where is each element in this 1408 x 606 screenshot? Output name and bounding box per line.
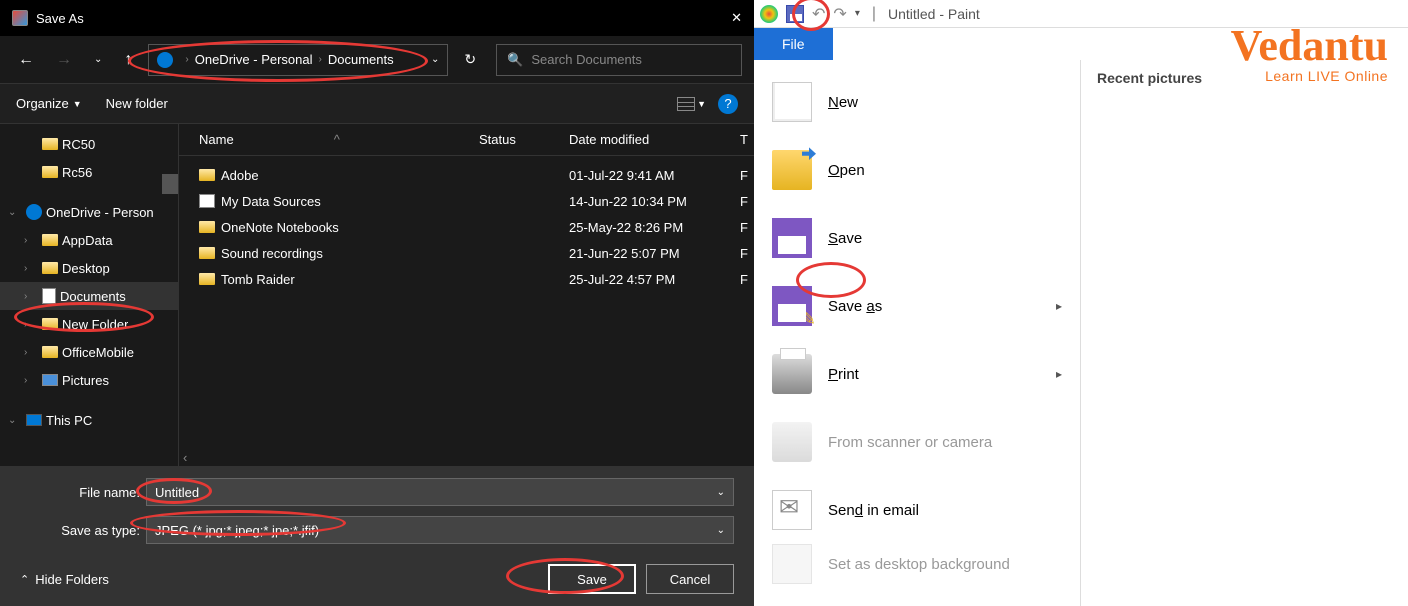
tree-item-rc50[interactable]: RC50	[0, 130, 178, 158]
file-tab[interactable]: File	[754, 28, 833, 60]
filename-label: File name:	[20, 485, 140, 500]
title-sep: |	[872, 5, 876, 23]
organize-button[interactable]: Organize ▼	[16, 96, 82, 111]
vedantu-logo: Vedantu Learn LIVE Online	[1231, 24, 1388, 84]
menu-save[interactable]: Save	[754, 204, 1080, 272]
nav-row: ← → ⌄ ↑ › OneDrive - Personal › Document…	[0, 36, 754, 84]
tree-item-pictures[interactable]: ›Pictures	[0, 366, 178, 394]
tree-scrollbar[interactable]	[162, 174, 178, 194]
filename-input[interactable]: Untitled⌄	[146, 478, 734, 506]
paint-body: New Open Save Save as ▸ Print ▸	[754, 60, 1408, 606]
bottom-panel: File name: Untitled⌄ Save as type: JPEG …	[0, 466, 754, 606]
breadcrumb[interactable]: › OneDrive - Personal › Documents ⌄	[148, 44, 448, 76]
bc-current[interactable]: Documents	[328, 52, 394, 67]
file-rows: Adobe01-Jul-22 9:41 AMFMy Data Sources14…	[179, 156, 754, 448]
search-box[interactable]: 🔍 Search Documents	[496, 44, 742, 76]
save-as-icon	[772, 286, 812, 326]
up-button[interactable]: ↑	[118, 47, 138, 73]
save-icon	[772, 218, 812, 258]
view-button[interactable]: ▼	[677, 97, 706, 111]
bc-sep2: ›	[319, 54, 322, 65]
tree-item-this-pc[interactable]: ⌄This PC	[0, 406, 178, 434]
col-status[interactable]: Status	[479, 132, 569, 147]
bc-root[interactable]: OneDrive - Personal	[195, 52, 313, 67]
tree-item-new-folder[interactable]: ›New Folder	[0, 310, 178, 338]
print-icon	[772, 354, 812, 394]
app-icon	[12, 10, 28, 26]
tree-pane: RC50Rc56 ⌄OneDrive - Person›AppData›Deskt…	[0, 124, 178, 466]
paint-window: ↶ ↷ ▾ | Untitled - Paint File New Open S…	[754, 0, 1408, 606]
title-bar: Save As ✕	[0, 0, 754, 36]
cancel-button[interactable]: Cancel	[646, 564, 734, 594]
chevron-right-icon: ▸	[1056, 367, 1062, 381]
search-icon: 🔍	[507, 52, 523, 68]
desktop-icon	[772, 544, 812, 584]
chevron-right-icon: ▸	[1056, 299, 1062, 313]
file-row[interactable]: Tomb Raider25-Jul-22 4:57 PMF	[179, 266, 754, 292]
saveas-type-select[interactable]: JPEG (*.jpg;*.jpeg;*.jpe;*.jfif)⌄	[146, 516, 734, 544]
forward-button[interactable]: →	[50, 47, 78, 73]
file-pane: Name^ Status Date modified T Adobe01-Jul…	[178, 124, 754, 466]
toolbar: Organize ▼ New folder ▼ ?	[0, 84, 754, 124]
qa-save-button[interactable]	[786, 5, 804, 23]
col-name[interactable]: Name^	[199, 132, 479, 147]
vedantu-tagline: Learn LIVE Online	[1231, 68, 1388, 84]
file-row[interactable]: OneNote Notebooks25-May-22 8:26 PMF	[179, 214, 754, 240]
redo-button[interactable]: ↷	[833, 4, 846, 24]
menu-print[interactable]: Print ▸	[754, 340, 1080, 408]
search-placeholder: Search Documents	[531, 52, 642, 67]
recent-dropdown[interactable]: ⌄	[88, 50, 108, 69]
menu-scanner: From scanner or camera	[754, 408, 1080, 476]
close-button[interactable]: ✕	[731, 10, 742, 26]
bc-dropdown[interactable]: ⌄	[431, 54, 439, 65]
new-folder-button[interactable]: New folder	[106, 96, 168, 111]
bc-sep: ›	[185, 54, 188, 65]
undo-button[interactable]: ↶	[812, 4, 825, 24]
save-button[interactable]: Save	[548, 564, 636, 594]
menu-send-email[interactable]: Send in email	[754, 476, 1080, 544]
tree-item-documents[interactable]: ›Documents	[0, 282, 178, 310]
menu-open[interactable]: Open	[754, 136, 1080, 204]
help-button[interactable]: ?	[718, 94, 738, 114]
email-icon	[772, 490, 812, 530]
col-date[interactable]: Date modified	[569, 132, 740, 147]
new-icon	[772, 82, 812, 122]
recent-panel: Recent pictures	[1080, 60, 1408, 606]
back-button[interactable]: ←	[12, 47, 40, 73]
col-type[interactable]: T	[740, 132, 754, 147]
menu-save-as[interactable]: Save as ▸	[754, 272, 1080, 340]
onedrive-icon	[157, 52, 173, 68]
file-menu: New Open Save Save as ▸ Print ▸	[754, 60, 1080, 606]
save-as-dialog: Save As ✕ ← → ⌄ ↑ › OneDrive - Personal …	[0, 0, 754, 606]
menu-desktop-bg: Set as desktop background	[754, 544, 1080, 584]
tree-item-desktop[interactable]: ›Desktop	[0, 254, 178, 282]
column-headers: Name^ Status Date modified T	[179, 124, 754, 156]
saveas-label: Save as type:	[20, 523, 140, 538]
paint-logo-icon	[760, 5, 778, 23]
refresh-button[interactable]: ↻	[464, 51, 476, 68]
h-scroll[interactable]: ‹	[179, 448, 754, 466]
scanner-icon	[772, 422, 812, 462]
file-row[interactable]: Adobe01-Jul-22 9:41 AMF	[179, 162, 754, 188]
file-row[interactable]: My Data Sources14-Jun-22 10:34 PMF	[179, 188, 754, 214]
hide-folders-button[interactable]: ⌃ Hide Folders	[20, 572, 109, 587]
dialog-title: Save As	[36, 11, 84, 26]
window-title: Untitled - Paint	[888, 6, 980, 22]
tree-item-appdata[interactable]: ›AppData	[0, 226, 178, 254]
menu-new[interactable]: New	[754, 68, 1080, 136]
tree-item-rc56[interactable]: Rc56	[0, 158, 178, 186]
qa-dropdown[interactable]: ▾	[855, 8, 860, 19]
tree-item-officemobile[interactable]: ›OfficeMobile	[0, 338, 178, 366]
file-row[interactable]: Sound recordings21-Jun-22 5:07 PMF	[179, 240, 754, 266]
vedantu-name: Vedantu	[1231, 24, 1388, 68]
open-icon	[772, 150, 812, 190]
body-area: RC50Rc56 ⌄OneDrive - Person›AppData›Deskt…	[0, 124, 754, 466]
tree-item-onedrive-person[interactable]: ⌄OneDrive - Person	[0, 198, 178, 226]
